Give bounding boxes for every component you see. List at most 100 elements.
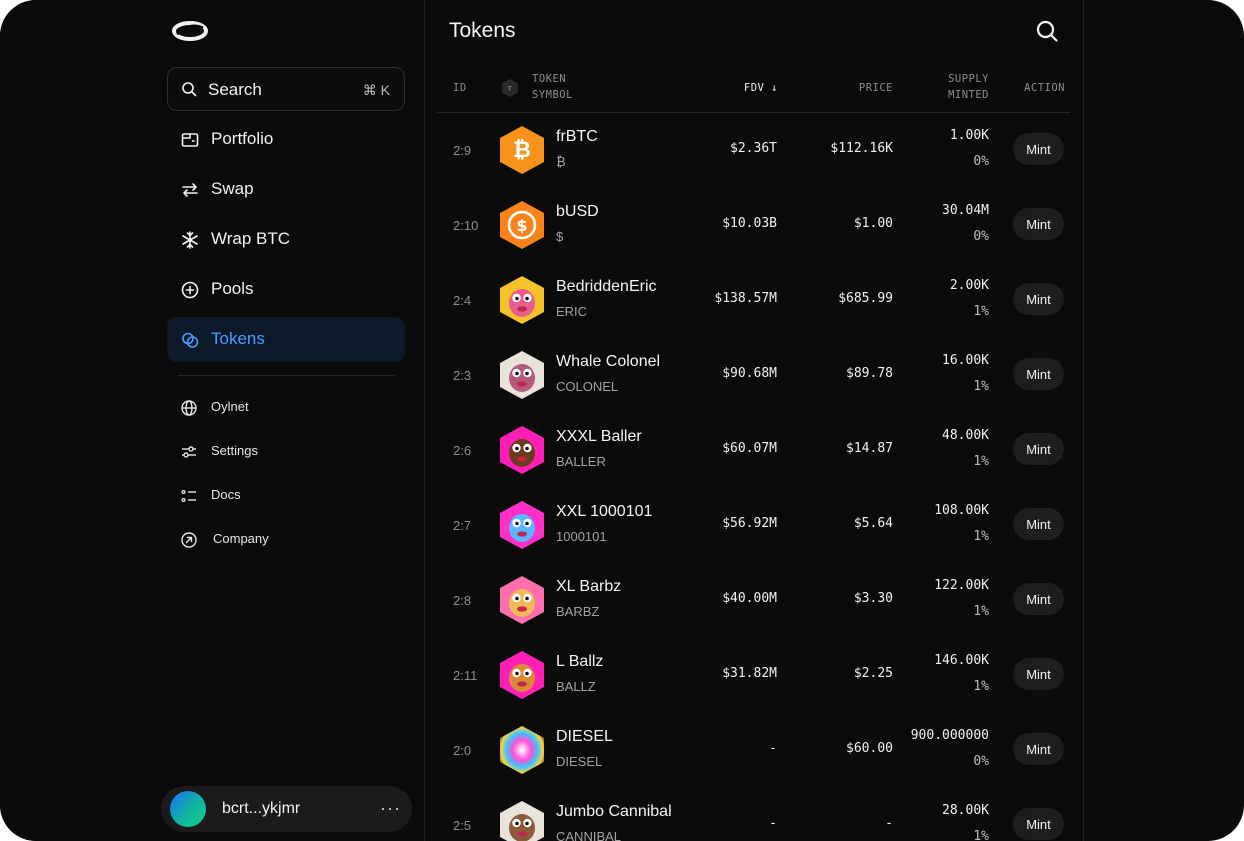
nav-label-company: Company [213,531,269,546]
token-name[interactable]: Whale Colonel [556,353,660,371]
table-row[interactable]: 2:10 $ bUSD $ $10.03B $1.00 30.04M 0% Mint [437,188,1070,263]
token-name[interactable]: XL Barbz [556,578,621,596]
nav-item-swap[interactable]: Swap [167,167,405,212]
col-supply-line1: SUPPLY [948,73,989,85]
token-supply: 108.00K [934,503,989,518]
mint-button[interactable]: Mint [1013,733,1064,765]
nav-item-docs[interactable]: Docs [180,484,400,508]
sliders-icon [182,446,196,458]
token-price: $112.16K [830,141,893,156]
table-row[interactable]: 2:11 L Ballz BALLZ $31.82M $2.25 146.00K 1% Min… [437,638,1070,713]
token-supply: 30.04M [942,203,989,218]
col-id[interactable]: ID [453,80,467,96]
avatar-cannibal-icon [500,801,544,841]
token-name[interactable]: Jumbo Cannibal [556,803,672,821]
search-button[interactable]: Search ⌘ K [167,67,405,111]
token-price: - [885,816,893,831]
table-row[interactable]: 2:6 XXXL Baller BALLER $60.07M $14.87 48.00K 1… [437,413,1070,488]
token-supply: 28.00K [942,803,989,818]
nav-item-company[interactable]: Company [180,528,400,552]
logo-icon[interactable] [172,20,208,42]
nav-item-wrap-btc[interactable]: Wrap BTC [167,217,405,262]
table-row[interactable]: 2:0 DIESEL DIESEL - $60.00 900.000000 0% Mint [437,713,1070,788]
col-token[interactable]: TOKEN SYMBOL [532,71,573,103]
token-name[interactable]: BedriddenEric [556,278,657,296]
mint-button[interactable]: Mint [1013,583,1064,615]
token-hex-icon: T [502,79,518,97]
table-row[interactable]: 2:4 BedriddenEric ERIC $138.57M $685.99 2.00K… [437,263,1070,338]
token-supply: 16.00K [942,353,989,368]
table-row[interactable]: 2:7 XXL 1000101 1000101 $56.92M $5.64 108.00K… [437,488,1070,563]
search-icon [182,82,197,97]
token-fdv: $31.82M [722,666,777,681]
token-fdv: - [769,816,777,831]
mint-button[interactable]: Mint [1013,133,1064,165]
nav-item-pools[interactable]: Pools [167,267,405,312]
token-name[interactable]: L Ballz [556,653,603,671]
nav-item-oylnet[interactable]: Oylnet [180,396,400,420]
main-panel: Tokens ID T TOKEN SYMBOL FDV ↓ PRICE SUP… [425,0,1083,841]
token-name[interactable]: bUSD [556,203,599,221]
nav-label-swap: Swap [211,179,254,198]
token-price: $1.00 [853,216,893,231]
token-id: 2:11 [453,668,478,683]
more-options-icon[interactable]: ··· [380,798,400,818]
account-avatar [170,791,206,827]
token-name[interactable]: XXL 1000101 [556,503,652,521]
col-token-line1: TOKEN [532,73,567,85]
token-id: 2:9 [453,143,472,158]
token-supply: 122.00K [934,578,989,593]
token-supply: 48.00K [942,428,989,443]
token-symbol: 1000101 [556,529,607,544]
mint-button[interactable]: Mint [1013,808,1064,840]
token-supply: 900.000000 [910,728,989,743]
token-symbol: BALLER [556,454,606,469]
nav-label-oylnet: Oylnet [211,399,249,414]
token-id: 2:3 [453,368,472,383]
token-minted-percent: 1% [973,454,989,469]
nav-item-tokens[interactable]: Tokens [167,317,405,362]
col-fdv-sorted[interactable]: FDV ↓ [744,80,778,96]
token-symbol: ERIC [556,304,588,319]
mint-button[interactable]: Mint [1013,433,1064,465]
col-price[interactable]: PRICE [859,80,893,96]
table-row[interactable]: 2:3 Whale Colonel COLONEL $90.68M $89.78 16.0… [437,338,1070,413]
token-id: 2:8 [453,593,472,608]
token-minted-percent: 0% [973,229,989,244]
table-row[interactable]: 2:9 ₿ frBTC ₿ $2.36T $112.16K 1.00K 0% Mint [437,113,1070,188]
avatar-ballz-icon [500,651,544,699]
token-supply: 2.00K [949,278,989,293]
token-name[interactable]: frBTC [556,128,598,146]
token-fdv: $138.57M [714,291,777,306]
nav-label-docs: Docs [211,487,241,502]
token-hex-letter: T [508,85,513,93]
table-row[interactable]: 2:5 Jumbo Cannibal CANNIBAL - - 28.00K 1% Mint [437,788,1070,841]
nav-item-settings[interactable]: Settings [180,440,400,464]
col-supply[interactable]: SUPPLY MINTED [948,71,989,103]
col-supply-line2: MINTED [948,89,989,101]
table-row[interactable]: 2:8 XL Barbz BARBZ $40.00M $3.30 122.00K 1% Min… [437,563,1070,638]
nav-label-settings: Settings [211,443,258,458]
mint-button[interactable]: Mint [1013,658,1064,690]
token-name[interactable]: DIESEL [556,728,613,746]
search-shortcut: ⌘ K [362,82,390,98]
nav-label-wrap-btc: Wrap BTC [211,229,291,248]
token-fdv: $90.68M [722,366,777,381]
nav-item-portfolio[interactable]: Portfolio [167,117,405,162]
avatar-baller-icon [500,426,544,474]
search-icon[interactable] [1035,19,1059,43]
token-id: 2:0 [453,743,472,758]
mint-button[interactable]: Mint [1013,208,1064,240]
token-symbol: CANNIBAL [556,829,622,841]
mint-button[interactable]: Mint [1013,283,1064,315]
mint-button[interactable]: Mint [1013,358,1064,390]
account-pill[interactable]: bcrt...ykjmr ··· [161,786,412,832]
token-symbol: COLONEL [556,379,619,394]
token-symbol: DIESEL [556,754,603,769]
token-minted-percent: 1% [973,304,989,319]
mint-button[interactable]: Mint [1013,508,1064,540]
search-label: Search [208,80,262,99]
token-minted-percent: 1% [973,829,989,841]
token-name[interactable]: XXXL Baller [556,428,642,446]
token-supply: 1.00K [949,128,989,143]
